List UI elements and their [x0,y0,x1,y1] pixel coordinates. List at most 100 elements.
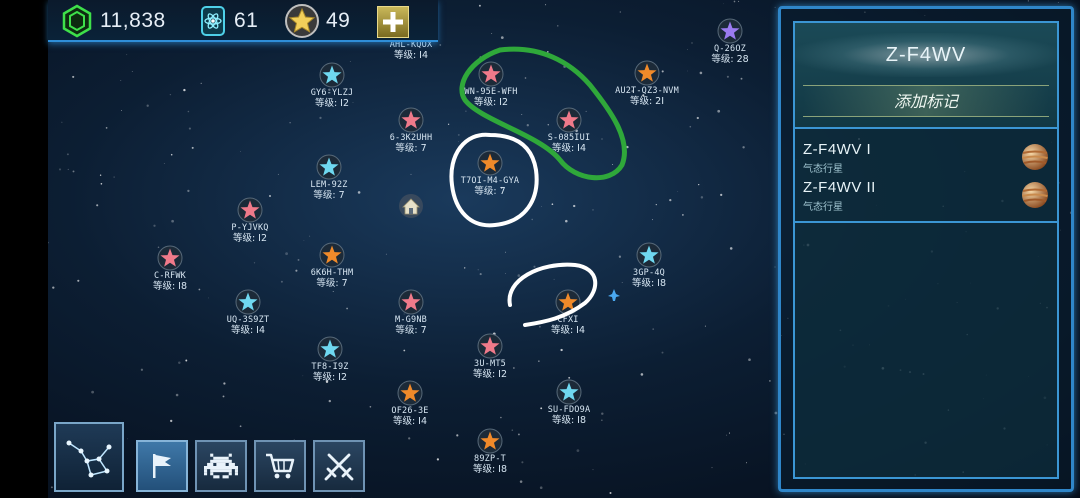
system-star-icon [478,61,504,87]
system-star-icon [717,18,743,44]
left-screen-edge [0,0,48,498]
system-star-icon [157,245,183,271]
star-system[interactable]: T7OI-M4-GYA 等级: 7 [430,150,550,198]
system-star-icon [477,333,503,359]
system-star-icon [237,197,263,223]
system-title: Z-F4WV [795,33,1057,77]
star-system[interactable]: AU2T-QZ3-NVM 等级: 2I [587,60,707,108]
system-code: T7OI-M4-GYA [460,176,520,186]
system-code: P-YJVKQ [231,223,269,233]
system-code: Q-26OZ [714,44,746,54]
stars-counter: 49 [284,4,350,38]
shop-button[interactable] [254,440,306,492]
system-star-icon [636,242,662,268]
system-star-icon [397,380,423,406]
star-system[interactable]: 6-3K2UHH 等级: 7 [351,107,471,155]
stars-value: 49 [326,9,351,32]
planet-type: 气态行星 [803,164,843,175]
planet-item[interactable]: Z-F4WV I 气态行星 [795,141,1057,179]
star-system[interactable]: 6K6H-THM 等级: 7 [272,242,392,290]
add-resources-button[interactable] [377,6,409,38]
planet-item[interactable]: Z-F4WV II 气态行星 [795,179,1057,217]
system-code: TF8-I9Z [311,362,349,372]
system-code: GY6-YLZJ [310,88,354,98]
system-code: LEM-92Z [310,180,348,190]
system-code: UQ-3S9ZT [226,315,270,325]
system-star-icon [477,428,503,454]
cube-hex-icon [62,4,92,38]
flag-button[interactable] [136,440,188,492]
system-code: C-RFWK [154,271,186,281]
gold-star-icon [285,4,319,38]
constellation-icon [66,440,112,478]
system-code: 3GP-4Q [633,268,665,278]
panel-header: Z-F4WV 添加标记 [795,23,1057,129]
system-code: M-G9NB [395,315,427,325]
battle-button[interactable] [313,440,365,492]
system-code: 3U-MT5 [474,359,506,369]
star-system[interactable]: P-YJVKQ 等级: I2 [190,197,310,245]
system-star-icon [477,150,503,176]
star-system[interactable]: 89ZP-T 等级: I8 [430,428,550,476]
star-system[interactable]: UQ-3S9ZT 等级: I4 [188,289,308,337]
system-info-panel: Z-F4WV 添加标记 Z-F4WV I 气态行星 Z-F4WV II 气态行星 [778,6,1074,492]
system-code: OF26-3E [391,406,429,416]
credits-value: 11,838 [100,9,166,32]
energy-value: 61 [234,9,259,32]
system-star-icon [317,336,343,362]
crossed-swords-icon [324,453,354,481]
plus-icon [383,12,403,32]
planet-type: 气态行星 [803,202,843,213]
star-system[interactable]: 3U-MT5 等级: I2 [430,333,550,381]
star-system[interactable]: OF26-3E 等级: I4 [350,380,470,428]
atom-canister-icon [201,6,225,36]
star-system[interactable]: S-085IUI 等级: I4 [509,107,629,155]
system-star-icon [556,379,582,405]
star-system[interactable]: Q-26OZ 等级: 28 [670,18,790,66]
ship-icon[interactable] [607,287,621,301]
system-code: AU2T-QZ3-NVM [615,86,679,96]
resource-bar: 11,838 61 49 [48,0,438,42]
system-code: 89ZP-T [474,454,506,464]
planet-list: Z-F4WV I 气态行星 Z-F4WV II 气态行星 [795,131,1057,223]
system-level: 等级: I4 [392,416,428,427]
home-base-icon[interactable] [398,193,424,219]
star-system[interactable]: C-RFWK 等级: I8 [110,245,230,293]
credits-counter: 11,838 [60,4,166,38]
star-system[interactable]: M-G9NB 等级: 7 [351,289,471,337]
system-level: 等级: 7 [474,186,506,197]
star-system[interactable]: GY6-YLZJ 等级: I2 [272,62,392,110]
system-code: S-085IUI [547,133,591,143]
flag-icon [153,454,171,478]
star-system[interactable]: TF8-I9Z 等级: I2 [270,336,390,384]
system-code: 6K6H-THM [310,268,354,278]
system-code: SU-FDO9A [547,405,591,415]
system-star-icon [398,289,424,315]
space-invader-icon [204,453,238,479]
system-star-icon [555,289,581,315]
star-system[interactable]: SU-FDO9A 等级: I8 [509,379,629,427]
gas-giant-icon [1022,144,1048,170]
invader-button[interactable] [195,440,247,492]
system-code: WN-95E-WFH [464,87,518,97]
constellation-button[interactable] [54,422,124,492]
system-star-icon [398,107,424,133]
system-star-icon [634,60,660,86]
system-level: 等级: I8 [551,415,587,426]
star-system[interactable]: LEM-92Z 等级: 7 [269,154,389,202]
system-star-icon [316,154,342,180]
energy-counter: 61 [198,4,258,38]
star-system[interactable]: WN-95E-WFH 等级: I2 [431,61,551,109]
gas-giant-icon [1022,182,1048,208]
planet-name: Z-F4WV I [803,141,872,158]
star-system[interactable]: 3GP-4Q 等级: I8 [589,242,709,290]
system-code: 6-3K2UHH [389,133,433,143]
planet-name: Z-F4WV II [803,179,876,196]
system-star-icon [556,107,582,133]
shopping-cart-icon [266,453,295,479]
panel-inner: Z-F4WV 添加标记 Z-F4WV I 气态行星 Z-F4WV II 气态行星 [793,21,1059,479]
add-marker-button[interactable]: 添加标记 [803,85,1049,117]
system-code: CFXI [557,315,579,325]
system-star-icon [319,62,345,88]
system-level: 等级: I8 [472,464,508,475]
